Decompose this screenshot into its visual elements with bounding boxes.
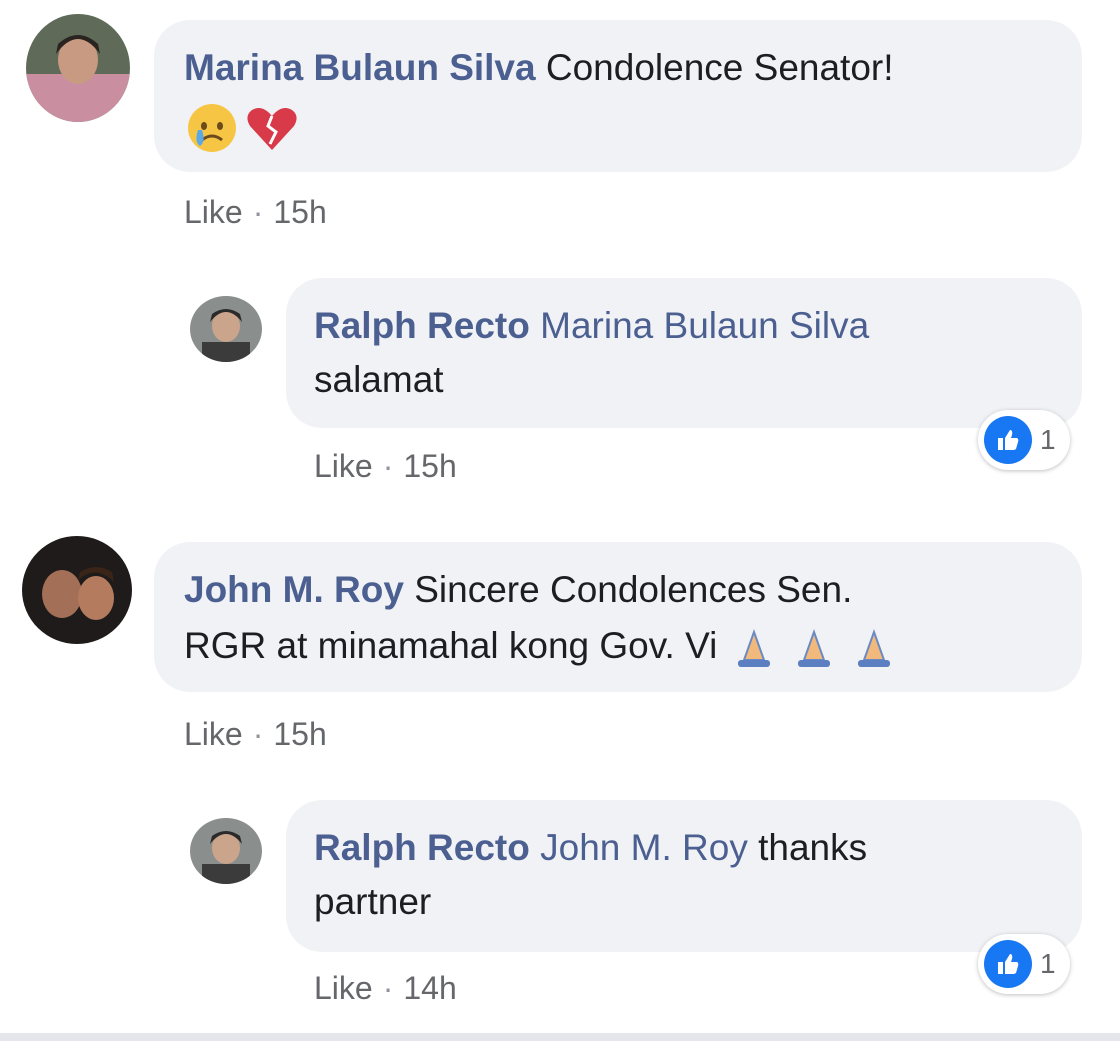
like-link[interactable]: Like [314, 448, 373, 484]
comment-meta: Like · 15h [184, 714, 327, 754]
avatar[interactable] [190, 296, 262, 362]
comment-author[interactable]: John M. Roy [184, 569, 404, 610]
reply-meta: Like · 14h [314, 968, 457, 1008]
comment-text: RGR at minamahal kong Gov. Vi [184, 625, 718, 666]
comment-emojis [184, 100, 304, 156]
reaction-badge[interactable]: 1 [978, 934, 1070, 994]
separator-dot: · [252, 716, 264, 752]
reply-timestamp[interactable]: 14h [403, 970, 456, 1006]
reply-text-line: Ralph Recto John M. Roy thanks [314, 826, 867, 870]
reply-text-line: Ralph Recto Marina Bulaun Silva [314, 304, 869, 348]
thumbs-up-icon [984, 940, 1032, 988]
like-link[interactable]: Like [184, 194, 243, 230]
avatar[interactable] [190, 818, 262, 884]
avatar[interactable] [22, 536, 132, 644]
reaction-badge[interactable]: 1 [978, 410, 1070, 470]
reply-text: thanks [758, 827, 868, 868]
comment-text-line-2: RGR at minamahal kong Gov. Vi [184, 624, 924, 670]
reply-bubble [286, 278, 1082, 428]
comment-text-line: John M. Roy Sincere Condolences Sen. [184, 568, 852, 612]
comment-text: Sincere Condolences Sen. [414, 569, 853, 610]
like-link[interactable]: Like [314, 970, 373, 1006]
crying-face-icon [188, 104, 236, 152]
reply-author[interactable]: Ralph Recto [314, 827, 530, 868]
reply-bubble [286, 800, 1082, 952]
comment-text: Condolence Senator! [545, 47, 894, 88]
reply-meta: Like · 15h [314, 446, 457, 486]
broken-heart-icon [247, 108, 297, 150]
comment-meta: Like · 15h [184, 192, 327, 232]
bottom-divider [0, 1033, 1120, 1041]
reply-text: salamat [314, 359, 444, 400]
mention-link[interactable]: John M. Roy [540, 827, 748, 868]
reply-text: partner [314, 881, 432, 922]
comment-text-line: Marina Bulaun Silva Condolence Senator! [184, 46, 894, 90]
comment-timestamp[interactable]: 15h [273, 194, 326, 230]
reply-timestamp[interactable]: 15h [403, 448, 456, 484]
reply-author[interactable]: Ralph Recto [314, 305, 530, 346]
separator-dot: · [252, 194, 264, 230]
mention-link[interactable]: Marina Bulaun Silva [540, 305, 869, 346]
comment-author[interactable]: Marina Bulaun Silva [184, 47, 536, 88]
thumbs-up-icon [984, 416, 1032, 464]
reaction-count: 1 [1040, 948, 1056, 979]
separator-dot: · [382, 448, 394, 484]
separator-dot: · [382, 970, 394, 1006]
comment-timestamp[interactable]: 15h [273, 716, 326, 752]
avatar[interactable] [26, 14, 130, 122]
like-link[interactable]: Like [184, 716, 243, 752]
reaction-count: 1 [1040, 424, 1056, 455]
folded-hands-icon [737, 629, 890, 668]
